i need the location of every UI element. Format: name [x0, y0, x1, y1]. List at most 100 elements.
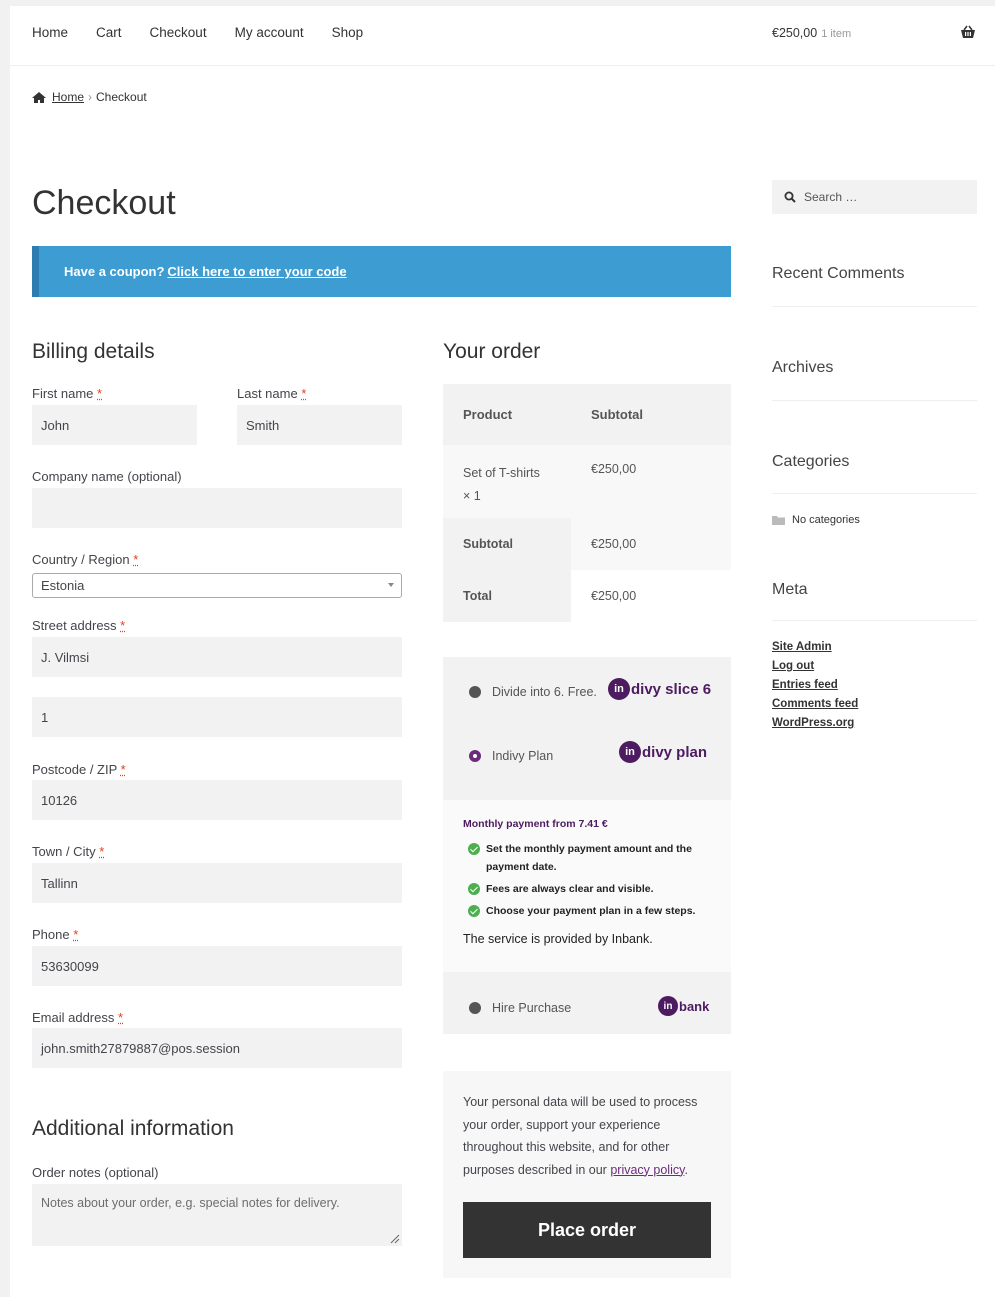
divider — [772, 620, 977, 621]
company-label: Company name (optional) — [32, 469, 182, 484]
order-notes-textarea[interactable]: Notes about your order, e.g. special not… — [32, 1184, 402, 1246]
phone-label: Phone * — [32, 927, 79, 942]
email-label: Email address * — [32, 1010, 124, 1025]
header-cart[interactable]: €250,00 1 item — [772, 26, 851, 40]
basket-icon[interactable] — [960, 24, 976, 40]
order-subtotal-value: €250,00 — [571, 518, 731, 570]
place-order-button[interactable]: Place order — [463, 1202, 711, 1258]
first-name-label: First name * — [32, 386, 103, 401]
home-icon — [32, 91, 46, 103]
monthly-payment-title: Monthly payment from 7.41 € — [463, 818, 608, 830]
street-label: Street address * — [32, 618, 126, 633]
order-heading: Your order — [443, 340, 541, 363]
divider — [772, 306, 977, 307]
city-label: Town / City * — [32, 844, 105, 859]
nav-shop[interactable]: Shop — [332, 25, 364, 40]
categories-title: Categories — [772, 453, 850, 470]
meta-wordpress-link[interactable]: WordPress.org — [772, 714, 858, 733]
radio-plan[interactable] — [469, 750, 481, 762]
breadcrumb: Home › Checkout — [32, 90, 147, 104]
street-address-2-field[interactable]: 1 — [32, 697, 402, 737]
divider — [772, 400, 977, 401]
coupon-text: Have a coupon? — [64, 264, 165, 279]
provider-text: The service is provided by Inbank. — [463, 932, 653, 946]
indivy-slice6-logo: in divy slice 6 — [608, 678, 711, 700]
benefit-item: Set the monthly payment amount and the p… — [463, 840, 711, 876]
radio-slice6[interactable] — [469, 686, 481, 698]
privacy-text: Your personal data will be used to proce… — [463, 1095, 698, 1177]
first-name-field[interactable]: John — [32, 405, 197, 445]
country-label: Country / Region * — [32, 552, 139, 567]
cart-total: €250,00 — [772, 26, 818, 40]
breadcrumb-current: Checkout — [96, 90, 147, 104]
order-item-name: Set of T-shirts × 1 — [463, 466, 540, 503]
benefit-item: Choose your payment plan in a few steps. — [463, 902, 711, 920]
order-total-row: Total €250,00 — [443, 570, 731, 622]
breadcrumb-separator: › — [88, 90, 93, 104]
meta-entries-feed-link[interactable]: Entries feed — [772, 676, 858, 695]
country-value: Estonia — [41, 578, 85, 593]
meta-links: Site Admin Log out Entries feed Comments… — [772, 638, 858, 733]
search-input[interactable]: Search … — [772, 180, 977, 214]
payment-option-slice6-label: Divide into 6. Free. — [492, 685, 597, 699]
inbank-logo: in bank — [658, 996, 709, 1016]
divider — [772, 493, 977, 494]
archives-title: Archives — [772, 359, 834, 376]
order-subtotal-row: Subtotal €250,00 — [443, 518, 731, 570]
check-icon — [468, 843, 480, 855]
order-item-total: €250,00 — [591, 462, 637, 476]
payment-methods: Divide into 6. Free. in divy slice 6 Indi… — [443, 657, 731, 1034]
nav-my-account[interactable]: My account — [235, 25, 304, 40]
email-field[interactable]: john.smith27879887@pos.session — [32, 1028, 402, 1068]
last-name-label: Last name * — [237, 386, 307, 401]
order-item-qty: × 1 — [463, 489, 481, 503]
search-icon — [784, 191, 796, 203]
coupon-notice: Have a coupon? Click here to enter your … — [32, 246, 731, 297]
check-icon — [468, 905, 480, 917]
check-icon — [468, 883, 480, 895]
nav-home[interactable]: Home — [32, 25, 68, 40]
street-address-1-field[interactable]: J. Vilmsi — [32, 637, 402, 677]
order-subtotal-label: Subtotal — [443, 518, 571, 570]
order-notes-label: Order notes (optional) — [32, 1165, 159, 1180]
meta-log-out-link[interactable]: Log out — [772, 657, 858, 676]
header-bar: Home Cart Checkout My account Shop €250,… — [10, 6, 995, 66]
billing-heading: Billing details — [32, 340, 155, 363]
no-categories: No categories — [772, 514, 860, 526]
breadcrumb-home[interactable]: Home — [52, 90, 84, 104]
place-order-section: Your personal data will be used to proce… — [443, 1071, 731, 1278]
nav-checkout[interactable]: Checkout — [150, 25, 207, 40]
payment-option-hire-purchase-label: Hire Purchase — [492, 1001, 572, 1015]
coupon-link[interactable]: Click here to enter your code — [167, 264, 346, 279]
meta-title: Meta — [772, 581, 808, 598]
col-subtotal: Subtotal — [591, 407, 643, 422]
search-placeholder: Search … — [804, 190, 858, 204]
company-field[interactable] — [32, 488, 402, 528]
payment-option-plan-label: Indivy Plan — [492, 749, 554, 763]
page: Home Cart Checkout My account Shop €250,… — [10, 6, 995, 1297]
recent-comments-title: Recent Comments — [772, 265, 905, 282]
meta-site-admin-link[interactable]: Site Admin — [772, 638, 858, 657]
benefit-item: Fees are always clear and visible. — [463, 880, 711, 898]
order-item-row: Set of T-shirts × 1 €250,00 — [443, 445, 731, 518]
additional-info-heading: Additional information — [32, 1117, 234, 1140]
postcode-field[interactable]: 10126 — [32, 780, 402, 820]
cart-count: 1 item — [821, 28, 852, 40]
order-notes-placeholder: Notes about your order, e.g. special not… — [41, 1196, 340, 1210]
order-total-value: €250,00 — [571, 570, 731, 622]
col-product: Product — [463, 407, 513, 422]
meta-comments-feed-link[interactable]: Comments feed — [772, 695, 858, 714]
phone-field[interactable]: 53630099 — [32, 946, 402, 986]
folder-icon — [772, 516, 785, 525]
city-field[interactable]: Tallinn — [32, 863, 402, 903]
radio-hire-purchase[interactable] — [469, 1002, 481, 1014]
page-title: Checkout — [32, 184, 176, 222]
last-name-field[interactable]: Smith — [237, 405, 402, 445]
payment-plan-description: Monthly payment from 7.41 € Set the mont… — [443, 800, 731, 972]
resize-handle-icon[interactable] — [390, 1234, 400, 1244]
chevron-down-icon — [388, 583, 394, 587]
order-total-label: Total — [443, 570, 571, 622]
nav-cart[interactable]: Cart — [96, 25, 122, 40]
privacy-policy-link[interactable]: privacy policy — [610, 1163, 684, 1177]
country-select[interactable]: Estonia — [32, 573, 402, 598]
